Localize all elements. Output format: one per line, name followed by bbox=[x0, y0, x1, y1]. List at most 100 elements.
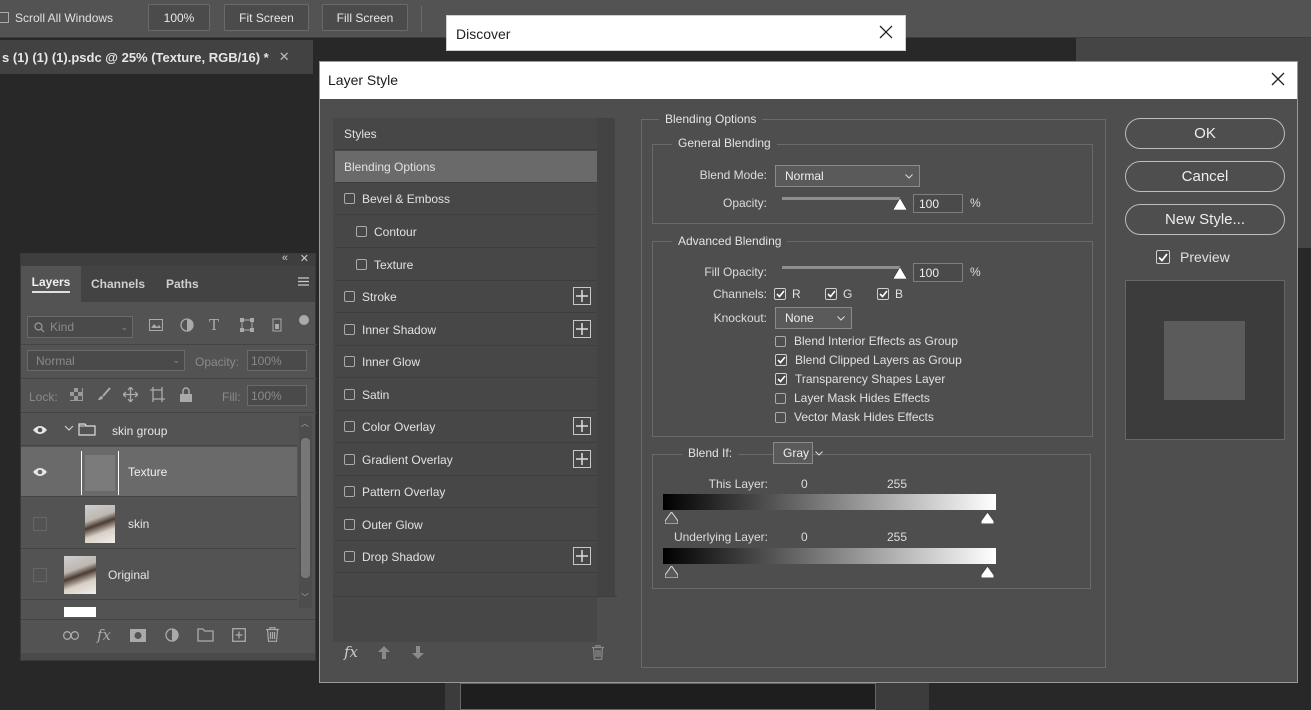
blend-mode-select[interactable]: Normal bbox=[775, 165, 920, 187]
slider-thumb-triangle-icon[interactable] bbox=[893, 267, 907, 279]
style-checkbox[interactable] bbox=[344, 454, 355, 465]
layer-row-texture[interactable]: Texture bbox=[21, 447, 297, 497]
fit-screen-button[interactable]: Fit Screen bbox=[224, 4, 309, 31]
panel-resize-handle[interactable] bbox=[21, 653, 315, 660]
style-checkbox[interactable] bbox=[344, 324, 355, 335]
delete-layer-trash-icon[interactable] bbox=[266, 627, 279, 642]
style-checkbox[interactable] bbox=[344, 551, 355, 562]
scrollbar-thumb[interactable] bbox=[301, 438, 310, 578]
styles-header[interactable]: Styles bbox=[335, 118, 597, 150]
blend-mode-select[interactable]: Normal ⌄ bbox=[27, 350, 185, 371]
cancel-button[interactable]: Cancel bbox=[1125, 161, 1285, 192]
fill-opacity-slider[interactable] bbox=[782, 259, 908, 279]
scroll-all-windows-label[interactable]: Scroll All Windows bbox=[15, 11, 113, 25]
checkbox-unchecked[interactable] bbox=[775, 392, 786, 404]
slider-thumb-triangle-icon[interactable] bbox=[893, 198, 907, 210]
checkbox-checked[interactable] bbox=[775, 354, 787, 366]
adjustment-filter-icon[interactable] bbox=[180, 318, 194, 332]
fx-menu-icon[interactable]: fx bbox=[344, 643, 358, 661]
zoom-100-button[interactable]: 100% bbox=[148, 4, 210, 31]
close-panel-icon[interactable]: ✕ bbox=[300, 252, 309, 265]
delete-effect-trash-icon[interactable] bbox=[592, 645, 604, 660]
blend-if-channel-select[interactable]: Gray bbox=[773, 442, 823, 464]
vector-mask-hides-effects-checkbox[interactable]: Vector Mask Hides Effects bbox=[775, 410, 934, 424]
style-item-inner-glow[interactable]: Inner Glow bbox=[335, 346, 597, 378]
move-up-arrow-icon[interactable] bbox=[378, 646, 390, 659]
style-item-blending-options[interactable]: Blending Options bbox=[335, 151, 597, 183]
eye-icon[interactable] bbox=[32, 425, 48, 435]
add-effect-plus-icon[interactable] bbox=[573, 417, 591, 435]
new-group-folder-icon[interactable] bbox=[197, 628, 214, 642]
style-item-outer-glow[interactable]: Outer Glow bbox=[335, 509, 597, 541]
close-icon[interactable] bbox=[879, 25, 893, 39]
style-item-contour[interactable]: Contour bbox=[335, 216, 597, 248]
style-item-inner-shadow[interactable]: Inner Shadow bbox=[335, 314, 597, 346]
style-item-bevel-emboss[interactable]: Bevel & Emboss bbox=[335, 183, 597, 215]
checkbox-unchecked[interactable] bbox=[775, 335, 786, 347]
this-layer-white-slider-icon[interactable] bbox=[981, 512, 994, 524]
checkbox-checked[interactable] bbox=[774, 288, 786, 300]
opacity-field[interactable]: 100% bbox=[247, 350, 307, 371]
style-item-pattern-overlay[interactable]: Pattern Overlay bbox=[335, 476, 597, 508]
ok-button[interactable]: OK bbox=[1125, 118, 1285, 149]
blend-clipped-layers-checkbox[interactable]: Blend Clipped Layers as Group bbox=[775, 353, 962, 367]
style-checkbox[interactable] bbox=[356, 259, 367, 270]
knockout-select[interactable]: None bbox=[775, 307, 852, 329]
fill-field[interactable]: 100% bbox=[247, 385, 307, 406]
chevron-up-icon[interactable]: ︿ bbox=[301, 418, 309, 429]
checkbox-checked[interactable] bbox=[775, 373, 787, 385]
tab-layers[interactable]: Layers bbox=[21, 266, 81, 302]
visibility-box-icon[interactable] bbox=[33, 568, 47, 582]
collapse-panel-icon[interactable]: « bbox=[282, 252, 288, 264]
styles-list-scrollbar[interactable] bbox=[597, 118, 615, 596]
lock-position-move-icon[interactable] bbox=[123, 387, 138, 402]
chevron-down-icon[interactable]: ﹀ bbox=[301, 592, 309, 603]
visibility-box-icon[interactable] bbox=[33, 517, 47, 531]
style-checkbox[interactable] bbox=[344, 356, 355, 367]
layers-scrollbar[interactable]: ︿ ﹀ bbox=[299, 416, 312, 608]
style-item-texture[interactable]: Texture bbox=[335, 249, 597, 281]
layer-row-original[interactable]: Original bbox=[21, 550, 297, 600]
checkbox-unchecked[interactable] bbox=[775, 411, 786, 423]
style-checkbox[interactable] bbox=[344, 389, 355, 400]
smart-object-filter-icon[interactable] bbox=[270, 318, 284, 332]
filter-kind-select[interactable]: Kind ⌄ bbox=[27, 316, 133, 338]
fill-screen-button[interactable]: Fill Screen bbox=[322, 4, 408, 31]
style-item-stroke[interactable]: Stroke bbox=[335, 281, 597, 313]
new-style-button[interactable]: New Style... bbox=[1125, 204, 1285, 235]
layer-row-skin[interactable]: skin bbox=[21, 498, 297, 549]
layer-row-partial[interactable] bbox=[64, 607, 96, 617]
checkbox-checked[interactable] bbox=[1156, 250, 1170, 264]
style-checkbox[interactable] bbox=[344, 291, 355, 302]
image-filter-icon[interactable] bbox=[149, 319, 163, 331]
move-down-arrow-icon[interactable] bbox=[412, 646, 424, 659]
adjustment-layer-icon[interactable] bbox=[165, 628, 179, 642]
tab-paths[interactable]: Paths bbox=[166, 266, 199, 302]
preview-checkbox[interactable]: Preview bbox=[1156, 249, 1230, 265]
opacity-input[interactable]: 100 bbox=[913, 194, 963, 213]
close-icon[interactable]: ✕ bbox=[279, 49, 290, 65]
opacity-slider[interactable] bbox=[782, 190, 908, 210]
style-item-drop-shadow[interactable]: Drop Shadow bbox=[335, 541, 597, 573]
new-layer-icon[interactable] bbox=[232, 628, 246, 642]
checkbox-checked[interactable] bbox=[825, 288, 837, 300]
filter-toggle-icon[interactable] bbox=[299, 315, 309, 325]
shape-filter-icon[interactable] bbox=[240, 318, 254, 332]
fx-icon[interactable]: fx bbox=[97, 626, 111, 644]
channel-g-checkbox[interactable]: G bbox=[825, 287, 852, 301]
transparency-shapes-layer-checkbox[interactable]: Transparency Shapes Layer bbox=[775, 372, 945, 386]
underlying-white-slider-icon[interactable] bbox=[981, 566, 994, 578]
eye-icon[interactable] bbox=[32, 467, 48, 477]
chevron-down-icon[interactable] bbox=[64, 424, 74, 432]
underlying-black-slider-icon[interactable] bbox=[665, 566, 678, 578]
add-effect-plus-icon[interactable] bbox=[573, 320, 591, 338]
style-item-gradient-overlay[interactable]: Gradient Overlay bbox=[335, 444, 597, 476]
style-checkbox[interactable] bbox=[356, 226, 367, 237]
lock-all-icon[interactable] bbox=[180, 387, 192, 402]
layer-row-skin-group[interactable]: skin group bbox=[21, 414, 297, 446]
style-checkbox[interactable] bbox=[344, 421, 355, 432]
link-layers-icon[interactable] bbox=[63, 631, 79, 640]
tab-channels[interactable]: Channels bbox=[91, 266, 145, 302]
close-icon[interactable] bbox=[1271, 72, 1285, 86]
this-layer-black-slider-icon[interactable] bbox=[665, 512, 678, 524]
